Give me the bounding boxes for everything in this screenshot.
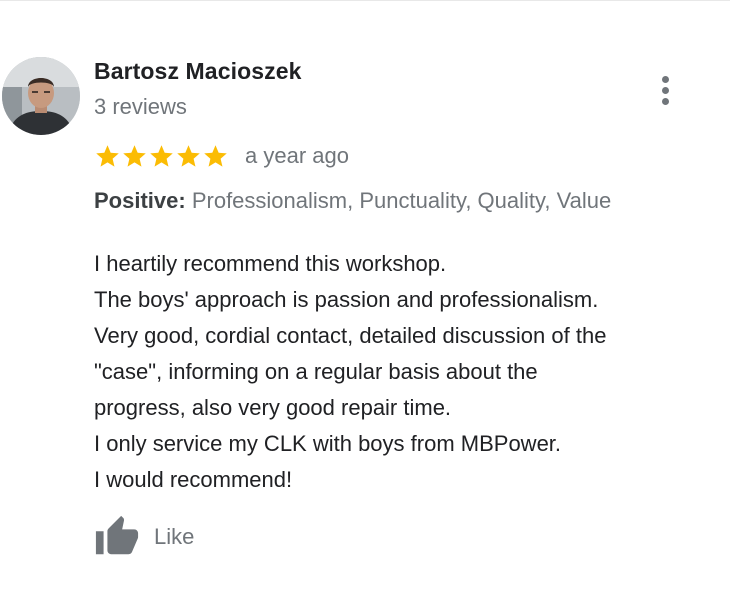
more-options-button[interactable] (652, 70, 680, 110)
rating-row: a year ago (94, 140, 349, 172)
more-vert-icon-dot (662, 98, 669, 105)
more-vert-icon (662, 76, 669, 83)
thumb-up-icon (95, 515, 139, 555)
author-avatar[interactable] (2, 57, 80, 135)
like-button[interactable]: Like (94, 514, 194, 560)
avatar-photo (2, 57, 80, 135)
review-text: I heartily recommend this workshop. The … (94, 246, 724, 498)
review-date: a year ago (245, 143, 349, 168)
review-text-line: The boys' approach is passion and profes… (94, 287, 599, 312)
star-rating (94, 142, 229, 170)
review-card: Bartosz Macioszek 3 reviews a year ago P… (0, 0, 730, 602)
review-attributes: Positive: Professionalism, Punctuality, … (94, 188, 611, 214)
author-name[interactable]: Bartosz Macioszek (94, 58, 302, 85)
review-text-line: I would recommend! (94, 467, 293, 492)
review-text-line: Very good, cordial contact, detailed dis… (94, 323, 607, 348)
star-icon (177, 144, 200, 167)
like-label: Like (154, 524, 195, 549)
star-icon (204, 144, 227, 167)
review-text-line: I only service my CLK with boys from MBP… (94, 431, 562, 456)
star-icon (123, 144, 146, 167)
author-review-count: 3 reviews (94, 94, 187, 119)
attributes-label: Positive: (94, 188, 186, 213)
star-icon (96, 144, 119, 167)
review-text-line: progress, also very good repair time. (94, 395, 452, 420)
attributes-values: Professionalism, Punctuality, Quality, V… (191, 188, 612, 213)
review-text-line: "case", informing on a regular basis abo… (94, 359, 538, 384)
review-text-line: I heartily recommend this workshop. (94, 251, 447, 276)
more-vert-icon-dot (662, 87, 669, 94)
star-icon (150, 144, 173, 167)
